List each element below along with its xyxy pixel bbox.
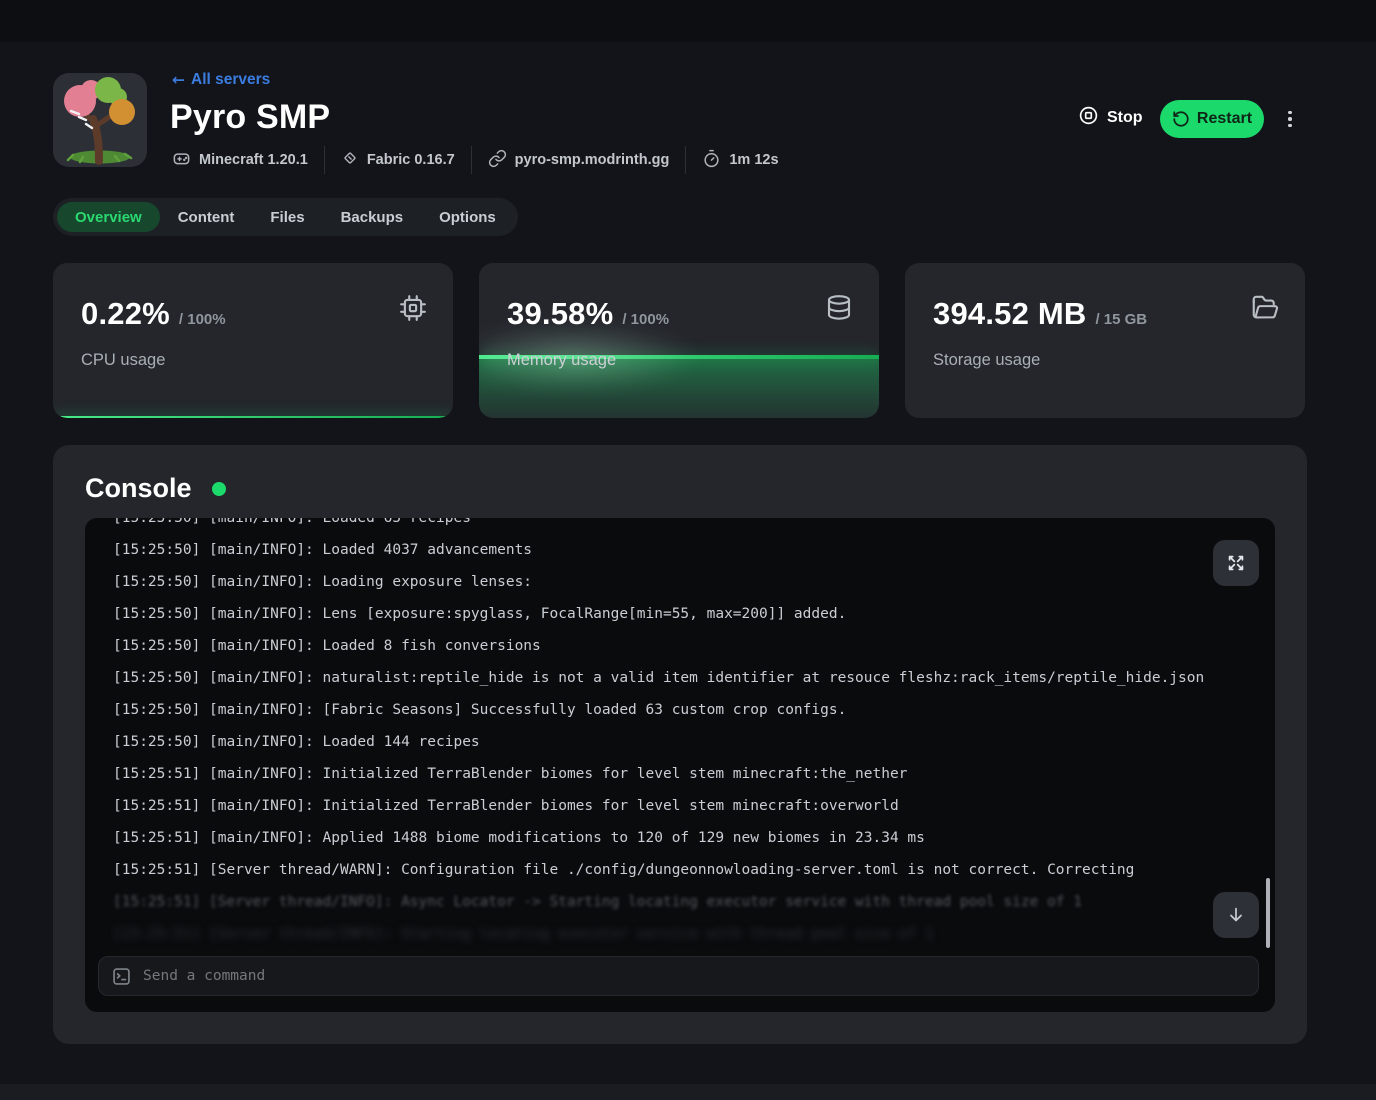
meta-loader: Fabric 0.16.7	[341, 149, 455, 171]
tab-options[interactable]: Options	[421, 202, 514, 232]
server-tabs: Overview Content Files Backups Options	[53, 198, 518, 236]
meta-uptime-label: 1m 12s	[729, 152, 778, 168]
console-terminal: [15:25:50] [main/INFO]: Loaded 65 recipe…	[85, 518, 1275, 1012]
console-log-line: [15:25:50] [main/INFO]: Loading exposure…	[113, 566, 1275, 598]
online-status-dot	[212, 482, 226, 496]
console-log-line: [15:25:50] [main/INFO]: Lens [exposure:s…	[113, 598, 1275, 630]
stop-circle-icon	[1078, 105, 1099, 131]
command-bar	[98, 956, 1259, 996]
stopwatch-icon	[702, 149, 721, 172]
memory-usage-card: 39.58% / 100% Memory usage	[479, 263, 879, 418]
expand-arrows-icon	[1225, 552, 1247, 574]
database-icon	[824, 293, 854, 328]
console-log-line: [15:25:50] [main/INFO]: Loaded 4037 adva…	[113, 534, 1275, 566]
fabric-loader-icon	[341, 149, 359, 171]
folder-open-icon	[1250, 293, 1280, 328]
terminal-prompt-icon	[111, 966, 132, 987]
stop-button-label: Stop	[1107, 109, 1143, 127]
gamepad-icon	[172, 149, 191, 172]
console-log-line: [15:25:50] [main/INFO]: Loaded 8 fish co…	[113, 630, 1275, 662]
cpu-usage-label: CPU usage	[81, 351, 165, 370]
server-meta-row: Minecraft 1.20.1 Fabric 0.16.7 pyro-smp.…	[172, 146, 779, 174]
top-background-band	[0, 0, 1376, 42]
meta-divider	[324, 146, 325, 174]
console-expand-button[interactable]	[1213, 540, 1259, 586]
console-log-line: [15:25:51] [main/INFO]: Initialized Terr…	[113, 790, 1275, 822]
storage-usage-value: 394.52 MB	[933, 296, 1086, 332]
server-avatar	[53, 73, 147, 167]
seasons-tree-icon	[53, 154, 147, 167]
console-scrollbar[interactable]	[1266, 878, 1270, 948]
console-log-line: [15:25:51] [Server thread/INFO]: Async L…	[113, 886, 1275, 918]
storage-usage-max: / 15 GB	[1095, 311, 1147, 328]
cpu-usage-graph	[53, 263, 453, 418]
meta-game-version: Minecraft 1.20.1	[172, 149, 308, 172]
stop-button[interactable]: Stop	[1078, 105, 1143, 131]
console-log-line: [15:25:50] [main/INFO]: [Fabric Seasons]…	[113, 694, 1275, 726]
bottom-background-band	[0, 1084, 1376, 1100]
meta-uptime: 1m 12s	[702, 149, 778, 172]
console-card: Console [15:25:50] [main/INFO]: Loaded 6…	[53, 445, 1307, 1044]
memory-usage-graph	[479, 263, 879, 418]
memory-usage-label: Memory usage	[507, 351, 616, 370]
link-icon	[488, 149, 507, 172]
meta-address[interactable]: pyro-smp.modrinth.gg	[488, 149, 670, 172]
console-log-line: [15:25:50] [main/INFO]: Loaded 144 recip…	[113, 726, 1275, 758]
console-log-line: [15:25:50] [main/INFO]: Loaded 65 recipe…	[113, 518, 1275, 534]
console-log-line: [15:25:51] [main/INFO]: Applied 1488 bio…	[113, 822, 1275, 854]
tab-files[interactable]: Files	[252, 202, 322, 232]
memory-usage-max: / 100%	[622, 311, 669, 328]
console-log-line: [15:25:50] [main/INFO]: naturalist:repti…	[113, 662, 1275, 694]
meta-loader-label: Fabric 0.16.7	[367, 152, 455, 168]
tab-content[interactable]: Content	[160, 202, 253, 232]
console-title: Console	[85, 473, 192, 504]
tab-overview[interactable]: Overview	[57, 202, 160, 232]
memory-usage-value: 39.58%	[507, 296, 613, 332]
scroll-to-bottom-button[interactable]	[1213, 892, 1259, 938]
restart-icon	[1172, 110, 1190, 128]
cpu-usage-value: 0.22%	[81, 296, 170, 332]
meta-game-version-label: Minecraft 1.20.1	[199, 152, 308, 168]
arrow-down-icon	[1225, 904, 1247, 926]
storage-usage-label: Storage usage	[933, 351, 1040, 370]
restart-button-label: Restart	[1197, 110, 1252, 128]
cpu-chip-icon	[398, 293, 428, 328]
tab-backups[interactable]: Backups	[323, 202, 422, 232]
console-log-line: [15:25:51] [main/INFO]: Initialized Terr…	[113, 758, 1275, 790]
console-log[interactable]: [15:25:50] [main/INFO]: Loaded 65 recipe…	[85, 518, 1275, 956]
back-link-label: All servers	[191, 71, 270, 89]
page-title: Pyro SMP	[170, 98, 330, 137]
console-log-line: [15:25:51] [Server thread/INFO]: Startin…	[113, 918, 1275, 950]
command-input[interactable]	[143, 968, 1246, 984]
console-log-line: [15:25:51] [Server thread/WARN]: Configu…	[113, 854, 1275, 886]
meta-address-label: pyro-smp.modrinth.gg	[515, 152, 670, 168]
storage-usage-card: 394.52 MB / 15 GB Storage usage	[905, 263, 1305, 418]
back-to-all-servers-link[interactable]: ← All servers	[172, 71, 270, 89]
restart-button[interactable]: Restart	[1160, 100, 1264, 138]
meta-divider	[685, 146, 686, 174]
cpu-usage-card: 0.22% / 100% CPU usage	[53, 263, 453, 418]
back-arrow-icon: ←	[172, 71, 185, 89]
more-options-kebab-icon[interactable]	[1282, 106, 1298, 132]
meta-divider	[471, 146, 472, 174]
cpu-usage-max: / 100%	[179, 311, 226, 328]
